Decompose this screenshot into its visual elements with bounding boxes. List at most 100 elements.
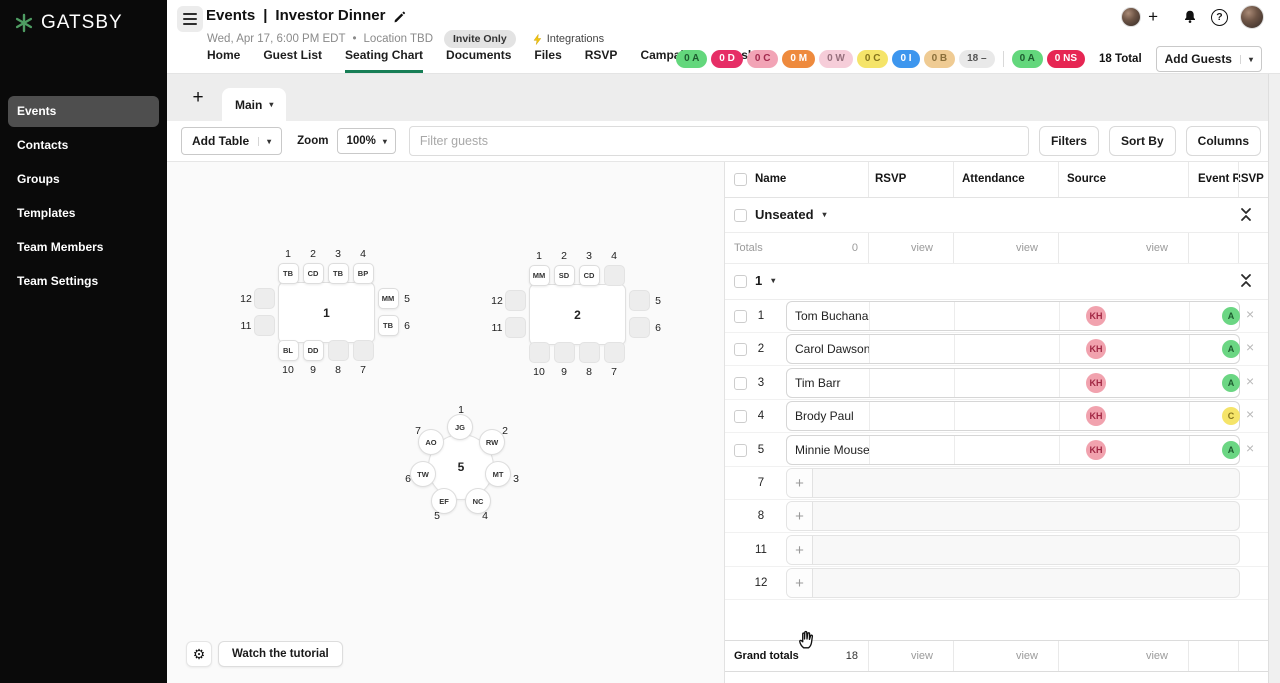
select-all-checkbox[interactable] xyxy=(734,173,747,186)
add-guest-to-seat-button[interactable]: + xyxy=(787,469,813,497)
remove-guest-icon[interactable]: × xyxy=(1246,407,1254,421)
edit-pencil-icon[interactable] xyxy=(393,9,406,23)
table-1[interactable]: 1 xyxy=(278,282,375,343)
guest-name[interactable]: Tom Buchana... xyxy=(795,302,869,330)
collapse-icon[interactable] xyxy=(1239,273,1253,293)
seat-chip-2-3[interactable]: CD xyxy=(579,265,600,286)
seat-chip-2-6[interactable] xyxy=(629,317,650,338)
count-badge-no-show[interactable]: 0 NS xyxy=(1047,50,1085,68)
add-guest-to-seat-button[interactable]: + xyxy=(787,569,813,597)
seat-chip-1-10[interactable]: BL xyxy=(278,340,299,361)
columns-button[interactable]: Columns xyxy=(1186,126,1261,156)
seat-chip-5-1[interactable]: JG xyxy=(447,414,473,440)
seat-chip-5-3[interactable]: MT xyxy=(485,461,511,487)
group-checkbox[interactable] xyxy=(734,275,747,288)
sort-by-button[interactable]: Sort By xyxy=(1109,126,1176,156)
seat-chip-2-7[interactable] xyxy=(604,342,625,363)
sidebar-item-team-members[interactable]: Team Members xyxy=(8,232,159,263)
count-badge-declined[interactable]: 0 D xyxy=(711,50,743,68)
seat-chip-2-9[interactable] xyxy=(554,342,575,363)
seat-chip-1-12[interactable] xyxy=(254,288,275,309)
group-row-unseated[interactable]: Unseated ▾ xyxy=(725,198,1268,233)
group-label-table-1[interactable]: 1 ▾ xyxy=(755,273,775,288)
view-link[interactable]: view xyxy=(1058,650,1178,662)
guest-card[interactable]: Tom Buchana... KH A xyxy=(786,301,1240,331)
caret-down-icon[interactable]: ▾ xyxy=(1240,55,1253,64)
guest-card[interactable]: Brody Paul KH C xyxy=(786,401,1240,431)
guest-name[interactable]: Tim Barr xyxy=(795,369,841,397)
seat-chip-1-2[interactable]: CD xyxy=(303,263,324,284)
group-row-table-1[interactable]: 1 ▾ xyxy=(725,264,1268,300)
count-badge-maybe[interactable]: 0 M xyxy=(782,50,815,68)
filters-button[interactable]: Filters xyxy=(1039,126,1099,156)
row-checkbox[interactable] xyxy=(734,343,747,356)
count-badge-waitlist[interactable]: 0 W xyxy=(819,50,853,68)
seat-chip-2-2[interactable]: SD xyxy=(554,265,575,286)
row-checkbox[interactable] xyxy=(734,377,747,390)
guest-card[interactable]: Minnie Mouse KH A xyxy=(786,435,1240,465)
collapse-icon[interactable] xyxy=(1239,207,1253,227)
seat-chip-2-12[interactable] xyxy=(505,290,526,311)
seat-chip-2-11[interactable] xyxy=(505,317,526,338)
caret-down-icon[interactable]: ▾ xyxy=(771,276,775,285)
count-badge-attended[interactable]: 0 A xyxy=(1012,50,1043,68)
seat-chip-2-4[interactable] xyxy=(604,265,625,286)
guest-card[interactable]: Carol Dawson KH A xyxy=(786,334,1240,364)
seat-chip-2-1[interactable]: MM xyxy=(529,265,550,286)
caret-down-icon[interactable]: ▾ xyxy=(269,100,273,109)
seat-chip-1-1[interactable]: TB xyxy=(278,263,299,284)
row-checkbox[interactable] xyxy=(734,444,747,457)
sidebar-item-team-settings[interactable]: Team Settings xyxy=(8,266,159,297)
seat-chip-1-8[interactable] xyxy=(328,340,349,361)
tab-documents[interactable]: Documents xyxy=(446,48,511,73)
sidebar-item-groups[interactable]: Groups xyxy=(8,164,159,195)
watch-tutorial-button[interactable]: Watch the tutorial xyxy=(218,641,343,667)
integrations-link[interactable]: Integrations xyxy=(531,33,604,46)
guest-name[interactable]: Brody Paul xyxy=(795,402,854,430)
remove-guest-icon[interactable]: × xyxy=(1246,441,1254,455)
seat-chip-2-5[interactable] xyxy=(629,290,650,311)
count-badge-attending[interactable]: 0 A xyxy=(676,50,707,68)
count-badge-b[interactable]: 0 B xyxy=(924,50,956,68)
tab-rsvp[interactable]: RSVP xyxy=(585,48,618,73)
seating-canvas[interactable]: ⚙ Watch the tutorial 1TB1CD2TB3BP4MM5TB6… xyxy=(167,162,725,683)
user-avatar[interactable] xyxy=(1240,5,1264,29)
remove-guest-icon[interactable]: × xyxy=(1246,307,1254,321)
row-checkbox[interactable] xyxy=(734,410,747,423)
seat-chip-1-7[interactable] xyxy=(353,340,374,361)
settings-gear-icon[interactable]: ⚙ xyxy=(186,641,212,667)
caret-down-icon[interactable]: ▾ xyxy=(823,210,827,219)
filter-guests-input[interactable] xyxy=(409,126,1029,156)
add-member-plus-icon[interactable]: + xyxy=(1148,7,1158,27)
remove-guest-icon[interactable]: × xyxy=(1246,374,1254,388)
notifications-bell-icon[interactable] xyxy=(1182,9,1198,25)
seat-chip-5-7[interactable]: AO xyxy=(418,429,444,455)
zoom-select[interactable]: 100% ▾ xyxy=(337,128,395,154)
guest-name[interactable]: Minnie Mouse xyxy=(795,436,869,464)
new-chart-plus-button[interactable]: + xyxy=(187,87,209,109)
add-table-button[interactable]: Add Table ▾ xyxy=(181,127,282,155)
seat-chip-1-9[interactable]: DD xyxy=(303,340,324,361)
tab-guest-list[interactable]: Guest List xyxy=(263,48,322,73)
sidebar-item-contacts[interactable]: Contacts xyxy=(8,130,159,161)
caret-down-icon[interactable]: ▾ xyxy=(258,137,271,146)
hamburger-menu-icon[interactable] xyxy=(177,6,203,32)
help-icon[interactable]: ? xyxy=(1211,9,1228,26)
group-checkbox[interactable] xyxy=(734,209,747,222)
seat-chip-1-11[interactable] xyxy=(254,315,275,336)
view-link[interactable]: view xyxy=(953,242,1048,254)
seat-chip-2-8[interactable] xyxy=(579,342,600,363)
count-badge-none[interactable]: 18 – xyxy=(959,50,994,68)
tab-files[interactable]: Files xyxy=(534,48,561,73)
row-checkbox[interactable] xyxy=(734,310,747,323)
view-link[interactable]: view xyxy=(868,242,943,254)
team-avatar[interactable] xyxy=(1121,7,1141,27)
scrollbar-track[interactable] xyxy=(1268,74,1280,683)
seat-chip-2-10[interactable] xyxy=(529,342,550,363)
sidebar-item-templates[interactable]: Templates xyxy=(8,198,159,229)
count-badge-c1[interactable]: 0 C xyxy=(747,50,779,68)
view-link[interactable]: view xyxy=(868,650,943,662)
table-2[interactable]: 2 xyxy=(529,284,626,345)
remove-guest-icon[interactable]: × xyxy=(1246,340,1254,354)
view-link[interactable]: view xyxy=(953,650,1048,662)
